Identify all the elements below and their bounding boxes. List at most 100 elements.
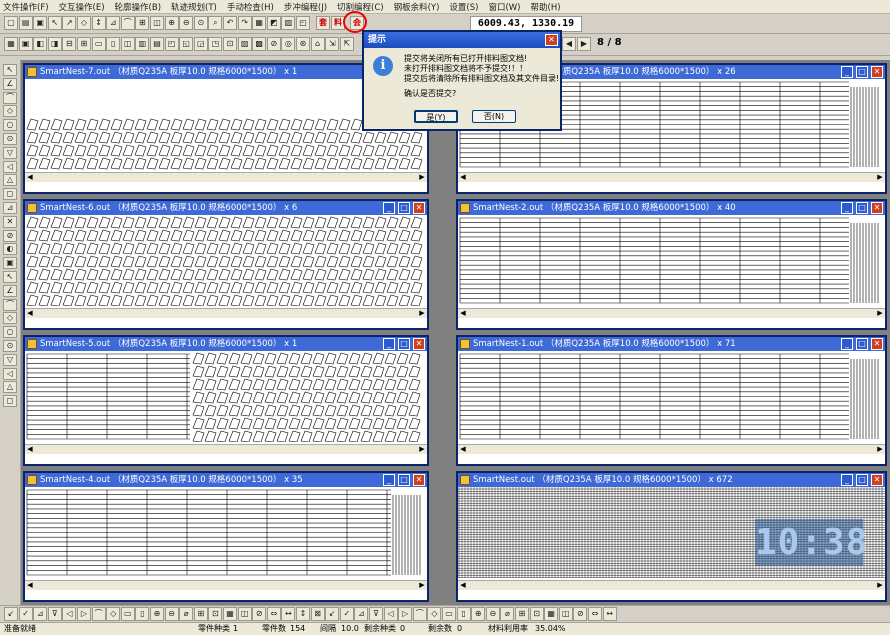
- no-button[interactable]: 否(N): [472, 110, 516, 123]
- close-button[interactable]: ✕: [871, 202, 883, 214]
- minimize-button[interactable]: _: [383, 474, 395, 486]
- tool-button[interactable]: ⇱: [339, 37, 354, 51]
- tool-button[interactable]: ▯: [456, 607, 471, 621]
- horizontal-scrollbar[interactable]: ◀ ▶: [458, 444, 885, 454]
- tool-button[interactable]: ⊖: [179, 16, 194, 30]
- menu-item[interactable]: 步冲编程(J): [284, 1, 327, 13]
- tool-button[interactable]: ◨: [47, 37, 62, 51]
- menu-item[interactable]: 钢板余料(Y): [394, 1, 440, 13]
- side-tool-button[interactable]: ○: [3, 326, 17, 339]
- side-tool-button[interactable]: △: [3, 174, 17, 187]
- tool-button[interactable]: ⊖: [164, 607, 179, 621]
- scroll-left-arrow[interactable]: ◀: [25, 445, 35, 454]
- side-tool-button[interactable]: ◁: [3, 160, 17, 173]
- close-button[interactable]: ✕: [871, 474, 883, 486]
- maximize-button[interactable]: □: [856, 474, 868, 486]
- tool-button[interactable]: ⊿: [33, 607, 48, 621]
- menu-item[interactable]: 切割编程(C): [337, 1, 384, 13]
- menu-item[interactable]: 窗口(W): [488, 1, 520, 13]
- tool-button[interactable]: ▣: [33, 16, 48, 30]
- close-button[interactable]: ✕: [871, 338, 883, 350]
- tool-button[interactable]: ⊘: [266, 37, 281, 51]
- menu-item[interactable]: 帮助(H): [531, 1, 561, 13]
- side-tool-button[interactable]: ✕: [3, 215, 17, 228]
- side-tool-button[interactable]: ∠: [3, 77, 17, 90]
- horizontal-scrollbar[interactable]: ◀ ▶: [458, 308, 885, 318]
- tool-button[interactable]: ⊽: [47, 607, 62, 621]
- minimize-button[interactable]: _: [841, 202, 853, 214]
- tool-button[interactable]: ▨: [237, 37, 252, 51]
- scroll-left-arrow[interactable]: ◀: [458, 309, 468, 318]
- side-tool-button[interactable]: ▽: [3, 353, 17, 366]
- window-title[interactable]: SmartNest-2.out （材质Q235A 板厚10.0 规格6000*1…: [458, 201, 885, 215]
- nest-canvas[interactable]: ◀ ▶: [25, 487, 427, 590]
- tool-button[interactable]: ◲: [193, 37, 208, 51]
- tool-button[interactable]: ⊘: [573, 607, 588, 621]
- scroll-left-arrow[interactable]: ◀: [458, 581, 468, 590]
- tool-button[interactable]: ▷: [398, 607, 413, 621]
- tool-button[interactable]: ▤: [150, 37, 164, 51]
- tool-button[interactable]: ▯: [106, 37, 121, 51]
- tool-button[interactable]: ⇔: [588, 607, 602, 621]
- scroll-right-arrow[interactable]: ▶: [875, 445, 885, 454]
- window-title[interactable]: SmartNest.out （材质Q235A 板厚10.0 规格6000*150…: [458, 473, 885, 487]
- tool-button[interactable]: ◁: [383, 607, 398, 621]
- tool-button[interactable]: ⇔: [266, 607, 281, 621]
- dialog-close-button[interactable]: ✕: [545, 34, 558, 46]
- horizontal-scrollbar[interactable]: ◀ ▶: [458, 580, 885, 590]
- tool-button[interactable]: ⊞: [193, 607, 208, 621]
- minimize-button[interactable]: _: [841, 66, 853, 78]
- tool-button[interactable]: ⊞: [515, 607, 529, 621]
- window-title[interactable]: SmartNest-1.out （材质Q235A 板厚10.0 规格6000*1…: [458, 337, 885, 351]
- tool-button[interactable]: ⊡: [529, 607, 544, 621]
- tool-button[interactable]: ⊽: [369, 607, 383, 621]
- minimize-button[interactable]: _: [383, 202, 395, 214]
- scroll-left-arrow[interactable]: ◀: [25, 173, 35, 182]
- tool-button[interactable]: ▧: [281, 16, 296, 30]
- tool-button[interactable]: ✓: [339, 607, 354, 621]
- tool-button[interactable]: ⌒: [91, 607, 106, 621]
- maximize-button[interactable]: □: [856, 202, 868, 214]
- tool-button[interactable]: ⊡: [208, 607, 223, 621]
- tool-button[interactable]: ↙: [4, 607, 18, 621]
- scroll-right-arrow[interactable]: ▶: [875, 309, 885, 318]
- maximize-button[interactable]: □: [856, 66, 868, 78]
- menu-item[interactable]: 设置(S): [449, 1, 478, 13]
- side-tool-button[interactable]: ◇: [3, 105, 17, 118]
- close-button[interactable]: ✕: [871, 66, 883, 78]
- horizontal-scrollbar[interactable]: ◀ ▶: [25, 172, 427, 182]
- side-tool-button[interactable]: ⌒: [3, 91, 17, 104]
- side-tool-button[interactable]: ▽: [3, 146, 17, 159]
- next-page-button[interactable]: ▶: [577, 37, 591, 51]
- horizontal-scrollbar[interactable]: ◀ ▶: [25, 580, 427, 590]
- minimize-button[interactable]: _: [841, 338, 853, 350]
- tool-button[interactable]: ⊡: [223, 37, 237, 51]
- tool-button[interactable]: ▦: [544, 607, 559, 621]
- side-tool-button[interactable]: △: [3, 381, 17, 394]
- close-button[interactable]: ✕: [413, 338, 425, 350]
- tool-button[interactable]: ⊠: [310, 607, 325, 621]
- tool-button[interactable]: ⊞: [135, 16, 150, 30]
- tool-button[interactable]: ▭: [91, 37, 106, 51]
- tool-button[interactable]: ◇: [77, 16, 91, 30]
- tool-button[interactable]: ⌀: [179, 607, 194, 621]
- scroll-right-arrow[interactable]: ▶: [417, 445, 427, 454]
- scroll-left-arrow[interactable]: ◀: [458, 173, 468, 182]
- tool-button[interactable]: ◩: [266, 16, 281, 30]
- side-tool-button[interactable]: ○: [3, 119, 17, 132]
- tool-button[interactable]: ↔: [602, 607, 617, 621]
- tool-button[interactable]: ↷: [237, 16, 252, 30]
- tool-button[interactable]: ◱: [179, 37, 194, 51]
- menu-item[interactable]: 交互操作(E): [59, 1, 105, 13]
- tool-button[interactable]: ◫: [120, 37, 135, 51]
- tool-button[interactable]: ⊕: [164, 16, 179, 30]
- side-tool-button[interactable]: ⊙: [3, 133, 17, 145]
- tool-button[interactable]: ▦: [223, 607, 237, 621]
- side-tool-button[interactable]: ⌒: [3, 298, 17, 311]
- tool-button[interactable]: ⊙: [193, 16, 208, 30]
- tool-button[interactable]: ▦: [252, 16, 267, 30]
- tool-button[interactable]: ⊿: [106, 16, 121, 30]
- side-tool-button[interactable]: ↖: [3, 271, 17, 283]
- tool-button[interactable]: ⇲: [325, 37, 340, 51]
- tool-button[interactable]: ⊖: [485, 607, 500, 621]
